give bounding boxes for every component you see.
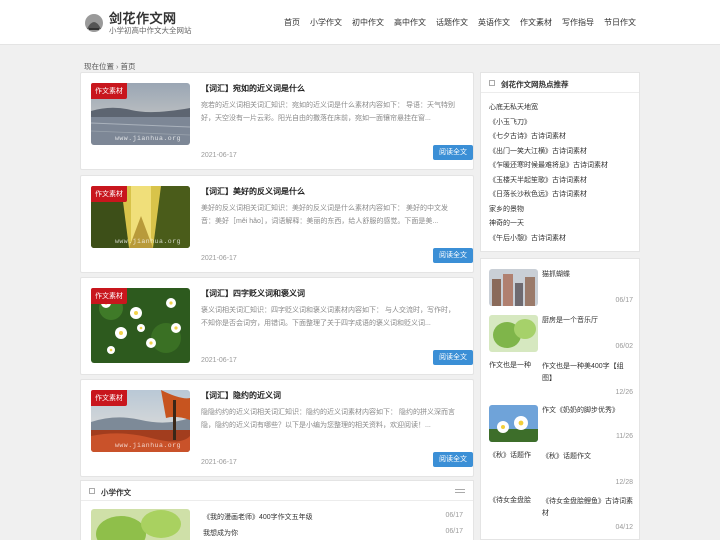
breadcrumb-label: 现在位置: [84, 62, 114, 71]
nav-item-english[interactable]: 英语作文: [478, 17, 510, 28]
hot-item[interactable]: 《七夕古诗》古诗词素材: [489, 130, 608, 145]
list-item-date: 06/17: [445, 528, 463, 535]
recent-date: 12/26: [615, 389, 633, 396]
hot-item[interactable]: 神奇的一天: [489, 217, 608, 232]
hot-item[interactable]: 家乡的景物: [489, 203, 608, 218]
broken-image-alt[interactable]: 《待女金盘脍: [489, 496, 541, 506]
sidebar-header: 剑花作文网热点推荐: [481, 73, 639, 93]
category-tag[interactable]: 作文素材: [91, 83, 127, 99]
article-card: www.jianhua.org 作文素材 【词汇】宛如的近义词是什么 宛若的近义…: [80, 72, 474, 170]
thumbnail-watermark: www.jianhua.org: [115, 238, 182, 245]
hot-item[interactable]: 《玉楼天半起笙歌》古诗词素材: [489, 174, 608, 189]
article-excerpt: 隐隐约约的近义词相关词汇知识：隐约的近义词素材内容如下： 隐约的拼义深而言隐，隐…: [201, 409, 455, 429]
category-tag[interactable]: 作文素材: [91, 186, 127, 202]
article-card: www.jianhua.org 作文素材 【词汇】隐约的近义词 隐隐约约的近义词…: [80, 379, 474, 477]
recent-date: 12/28: [615, 479, 633, 486]
site-header: 剑花作文网 小学初高中作文大全网站 首页 小学作文 初中作文 高中作文 话题作文…: [0, 0, 720, 45]
article-date: 2021-06-17: [201, 152, 237, 159]
article-date: 2021-06-17: [201, 459, 237, 466]
nav-item-primary[interactable]: 小学作文: [310, 17, 342, 28]
recent-item: 《秋》话题作 《秋》话题作文 12/28: [489, 451, 633, 491]
recent-title[interactable]: 猫抓蝴蝶: [542, 269, 634, 281]
breadcrumb: 现在位置 › 首页: [84, 61, 136, 72]
sidebar-hot: 剑花作文网热点推荐 心底无私天地宽 《小玉飞刀》 《七夕古诗》古诗词素材 《出门…: [480, 72, 640, 252]
site-subtitle: 小学初高中作文大全网站: [109, 26, 192, 35]
main-nav: 首页 小学作文 初中作文 高中作文 话题作文 英语作文 作文素材 写作指导 节日…: [274, 17, 636, 28]
article-excerpt: 褒义词相关词汇知识：四字贬义词和褒义词素材内容如下： 与人交流时，写作时，不知你…: [201, 307, 455, 327]
recent-thumbnail[interactable]: [489, 269, 538, 306]
list-item[interactable]: 《我的漫画老师》400字作文五年级: [203, 512, 313, 522]
breadcrumb-separator: ›: [116, 62, 119, 71]
list-item[interactable]: 我想成为你: [203, 528, 238, 538]
recent-date: 11/26: [616, 433, 633, 440]
recent-item: 厨房是一个音乐厅 06/02: [489, 315, 633, 360]
recent-thumbnail[interactable]: [489, 315, 538, 352]
more-icon[interactable]: [455, 489, 465, 493]
section-square-icon: [489, 80, 495, 86]
read-more-button[interactable]: 阅读全文: [433, 350, 473, 365]
broken-image-alt[interactable]: 作文也是一种: [489, 361, 541, 371]
section-thumbnail[interactable]: [91, 509, 190, 540]
logo-icon[interactable]: [83, 11, 105, 33]
article-title[interactable]: 【词汇】美好的反义词是什么: [201, 186, 305, 197]
recent-thumbnail[interactable]: [489, 405, 538, 442]
recent-title[interactable]: 《待女金盘脍鲤鱼》古诗词素材: [542, 496, 634, 520]
section-primary-essays: 小学作文 《我的漫画老师》400字作文五年级 06/17 我想成为你 06/17: [80, 480, 474, 540]
recent-item: 《待女金盘脍 《待女金盘脍鲤鱼》古诗词素材 04/12: [489, 496, 633, 536]
article-date: 2021-06-17: [201, 255, 237, 262]
nav-item-topic[interactable]: 话题作文: [436, 17, 468, 28]
recent-item: 作文《奶奶的脚步优秀》 11/26: [489, 405, 633, 450]
article-title[interactable]: 【词汇】四字贬义词和褒义词: [201, 288, 305, 299]
thumbnail-watermark: www.jianhua.org: [115, 135, 182, 142]
section-square-icon: [89, 488, 95, 494]
list-item-date: 06/17: [445, 512, 463, 519]
nav-item-festival[interactable]: 节日作文: [604, 17, 636, 28]
article-title[interactable]: 【词汇】隐约的近义词: [201, 390, 281, 401]
thumbnail-watermark: www.jianhua.org: [115, 442, 182, 449]
recent-title[interactable]: 作文《奶奶的脚步优秀》: [542, 405, 634, 417]
nav-item-junior[interactable]: 初中作文: [352, 17, 384, 28]
recent-date: 06/02: [615, 343, 633, 350]
nav-item-home[interactable]: 首页: [284, 17, 300, 28]
section-header: 小学作文: [81, 481, 473, 501]
recent-title[interactable]: 《秋》话题作文: [542, 451, 634, 463]
article-card: 作文素材 【词汇】四字贬义词和褒义词 褒义词相关词汇知识：四字贬义词和褒义词素材…: [80, 277, 474, 375]
recent-date: 06/17: [615, 297, 633, 304]
hot-item[interactable]: 《午后小憩》古诗词素材: [489, 232, 608, 247]
recent-title[interactable]: 作文也是一种美400字【组图】: [542, 361, 634, 385]
hot-item[interactable]: 《出门一笑大江横》古诗词素材: [489, 145, 608, 160]
hot-item[interactable]: 《日落长沙秋色远》古诗词素材: [489, 188, 608, 203]
article-excerpt: 宛若的近义词相关词汇知识：宛如的近义词是什么素材内容如下： 导语：天气特别好，天…: [201, 102, 455, 122]
sidebar-recent: 猫抓蝴蝶 06/17 厨房是一个音乐厅 06/02 作文也是一种 作文也是一种美…: [480, 258, 640, 540]
article-date: 2021-06-17: [201, 357, 237, 364]
section-title[interactable]: 小学作文: [101, 487, 131, 498]
broken-image-alt[interactable]: 《秋》话题作: [489, 451, 541, 461]
read-more-button[interactable]: 阅读全文: [433, 452, 473, 467]
category-tag[interactable]: 作文素材: [91, 288, 127, 304]
hot-item[interactable]: 《小玉飞刀》: [489, 116, 608, 131]
read-more-button[interactable]: 阅读全文: [433, 248, 473, 263]
recent-date: 04/12: [615, 524, 633, 531]
nav-item-guide[interactable]: 写作指导: [562, 17, 594, 28]
recent-item: 猫抓蝴蝶 06/17: [489, 269, 633, 314]
nav-item-senior[interactable]: 高中作文: [394, 17, 426, 28]
article-title[interactable]: 【词汇】宛如的近义词是什么: [201, 83, 305, 94]
read-more-button[interactable]: 阅读全文: [433, 145, 473, 160]
recent-title[interactable]: 厨房是一个音乐厅: [542, 315, 634, 327]
recent-item: 作文也是一种 作文也是一种美400字【组图】 12/26: [489, 361, 633, 401]
breadcrumb-current[interactable]: 首页: [121, 62, 136, 71]
sidebar-title: 剑花作文网热点推荐: [501, 80, 569, 89]
hot-item[interactable]: 《乍暖还寒时候最难将息》古诗词素材: [489, 159, 608, 174]
article-excerpt: 美好的反义词相关词汇知识：美好的反义词是什么素材内容如下： 美好的中文发音：美好…: [201, 205, 448, 225]
category-tag[interactable]: 作文素材: [91, 390, 127, 406]
hot-list: 心底无私天地宽 《小玉飞刀》 《七夕古诗》古诗词素材 《出门一笑大江横》古诗词素…: [489, 101, 608, 246]
nav-item-material[interactable]: 作文素材: [520, 17, 552, 28]
hot-item[interactable]: 心底无私天地宽: [489, 101, 608, 116]
article-card: www.jianhua.org 作文素材 【词汇】美好的反义词是什么 美好的反义…: [80, 175, 474, 273]
